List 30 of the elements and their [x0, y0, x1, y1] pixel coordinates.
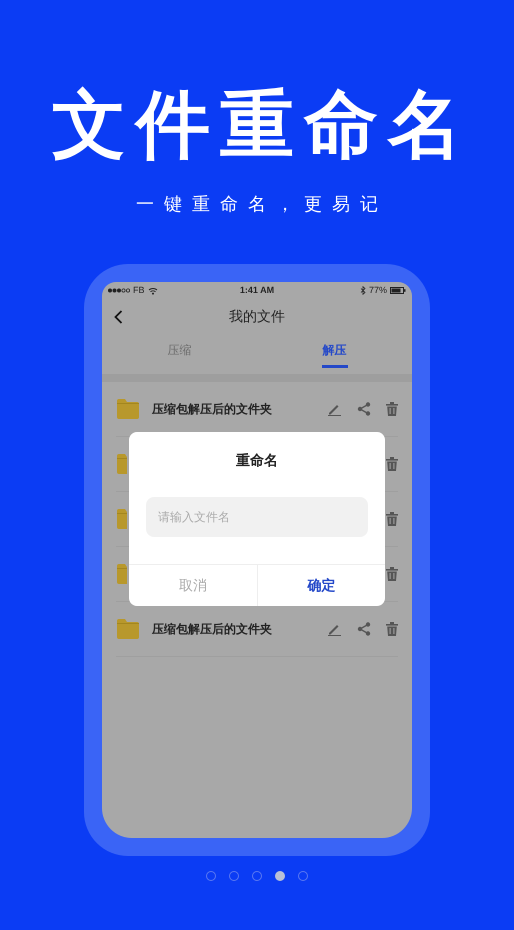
subtitle: 一键重命名，更易记 [135, 193, 388, 216]
share-icon[interactable] [357, 622, 371, 636]
wifi-icon [148, 286, 158, 294]
folder-name[interactable]: 压缩包解压后的文件夹 [152, 400, 272, 418]
signal-icon [108, 288, 130, 293]
back-icon[interactable] [114, 310, 123, 324]
dialog-title: 重命名 [235, 451, 279, 470]
headline: 文件重命名 [51, 81, 472, 170]
status-time: 1:41 AM [240, 284, 274, 297]
battery-label: 77% [368, 284, 387, 297]
trash-icon[interactable] [386, 457, 398, 471]
folder-icon [116, 453, 127, 475]
trash-icon[interactable] [386, 622, 398, 636]
folder-icon [116, 563, 127, 585]
bluetooth-icon [360, 286, 366, 295]
folder-name[interactable]: 压缩包解压后的文件夹 [152, 620, 272, 638]
share-icon[interactable] [357, 402, 371, 416]
trash-icon[interactable] [386, 567, 398, 581]
battery-icon [390, 287, 406, 294]
confirm-button[interactable]: 确定 [258, 565, 385, 606]
trash-icon[interactable] [386, 402, 398, 416]
trash-icon[interactable] [386, 512, 398, 526]
edit-icon[interactable] [327, 622, 342, 636]
folder-icon [116, 618, 140, 640]
folder-icon [116, 508, 127, 530]
nav-title: 我的文件 [229, 307, 285, 326]
folder-icon [116, 398, 140, 420]
edit-icon[interactable] [327, 402, 342, 416]
carrier-label: FB [133, 284, 145, 297]
filename-input[interactable]: 请输入文件名 [146, 497, 368, 537]
